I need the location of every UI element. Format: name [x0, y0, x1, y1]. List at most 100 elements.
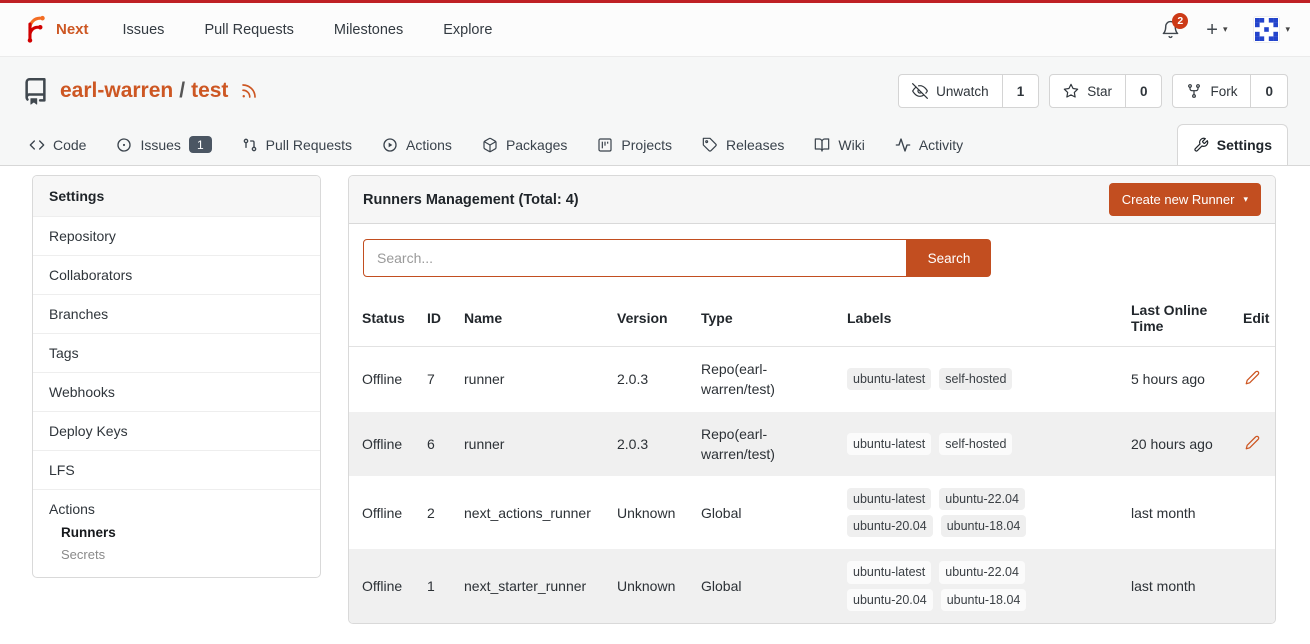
tab-issues[interactable]: Issues 1 [101, 124, 226, 165]
unwatch-button[interactable]: Unwatch 1 [898, 74, 1039, 108]
brand-name: Next [56, 21, 89, 38]
runner-version: Unknown [604, 549, 688, 622]
repo-name-link[interactable]: test [191, 79, 228, 103]
issue-icon [116, 137, 132, 153]
wrench-icon [1193, 137, 1209, 153]
tab-label: Activity [919, 137, 963, 153]
rss-icon[interactable] [240, 82, 258, 100]
runner-edit-cell [1230, 549, 1276, 622]
runner-label-chip: ubuntu-latest [847, 368, 931, 390]
runner-id: 1 [414, 549, 451, 622]
fork-label: Fork [1210, 84, 1237, 99]
sidebar-item-repository[interactable]: Repository [33, 216, 320, 255]
sidebar-item-actions[interactable]: Actions [49, 501, 304, 517]
tab-label: Wiki [838, 137, 864, 153]
nav-item-pull-requests[interactable]: Pull Requests [204, 22, 293, 38]
main-navbar: Next Issues Pull Requests Milestones Exp… [0, 3, 1310, 57]
chevron-down-icon: ▾ [1223, 24, 1228, 35]
runner-id: 6 [414, 412, 451, 477]
edit-runner-button[interactable] [1243, 368, 1262, 387]
unwatch-label: Unwatch [936, 84, 989, 99]
runner-label-chip: ubuntu-18.04 [941, 515, 1027, 537]
create-runner-button[interactable]: Create new Runner ▾ [1109, 183, 1261, 216]
create-new-menu[interactable]: + ▾ [1206, 20, 1227, 40]
runner-label-chip: ubuntu-20.04 [847, 589, 933, 611]
search-button[interactable]: Search [907, 239, 991, 277]
runner-type: Global [688, 476, 834, 549]
repo-owner-link[interactable]: earl-warren [60, 79, 173, 103]
runner-label-chip: self-hosted [939, 368, 1012, 390]
notifications-button[interactable]: 2 [1161, 20, 1180, 39]
fork-button[interactable]: Fork 0 [1172, 74, 1288, 108]
watch-count[interactable]: 1 [1002, 75, 1039, 107]
chevron-down-icon: ▾ [1285, 24, 1290, 35]
sidebar-subitem-secrets[interactable]: Secrets [61, 547, 304, 562]
settings-content: Settings Repository Collaborators Branch… [0, 166, 1310, 624]
runner-edit-cell [1230, 412, 1276, 477]
tab-releases[interactable]: Releases [687, 124, 799, 165]
star-button[interactable]: Star 0 [1049, 74, 1162, 108]
nav-item-milestones[interactable]: Milestones [334, 22, 403, 38]
nav-item-explore[interactable]: Explore [443, 22, 492, 38]
tab-packages[interactable]: Packages [467, 124, 582, 165]
tab-settings[interactable]: Settings [1177, 124, 1288, 165]
tab-label: Projects [621, 137, 672, 153]
runner-edit-cell [1230, 347, 1276, 412]
brand-home-link[interactable]: Next [20, 15, 89, 44]
pencil-icon [1245, 370, 1260, 385]
sidebar-item-deploy-keys[interactable]: Deploy Keys [33, 411, 320, 450]
runner-type: Global [688, 549, 834, 622]
table-header-row: Status ID Name Version Type Labels Last … [349, 290, 1276, 347]
tab-actions[interactable]: Actions [367, 124, 467, 165]
runner-label-chip: ubuntu-20.04 [847, 515, 933, 537]
tab-code[interactable]: Code [14, 124, 101, 165]
sidebar-item-tags[interactable]: Tags [33, 333, 320, 372]
runner-status: Offline [349, 347, 414, 412]
tab-label: Issues [140, 137, 180, 153]
sidebar-item-lfs[interactable]: LFS [33, 450, 320, 489]
star-label: Star [1087, 84, 1112, 99]
eye-off-icon [912, 83, 928, 99]
user-menu[interactable]: ▾ [1253, 16, 1290, 43]
runner-table-row: Offline7runner2.0.3Repo(earl-warren/test… [349, 347, 1276, 412]
tab-pull-requests[interactable]: Pull Requests [227, 124, 367, 165]
code-icon [29, 137, 45, 153]
nav-item-issues[interactable]: Issues [123, 22, 165, 38]
forgejo-logo-icon [20, 15, 49, 44]
runner-table-row: Offline6runner2.0.3Repo(earl-warren/test… [349, 412, 1276, 477]
sidebar-subitem-runners[interactable]: Runners [61, 525, 304, 540]
runners-table-body: Offline7runner2.0.3Repo(earl-warren/test… [349, 347, 1276, 623]
runner-name: runner [451, 347, 604, 412]
avatar-identicon [1253, 16, 1280, 43]
sidebar-item-webhooks[interactable]: Webhooks [33, 372, 320, 411]
col-last-online: Last Online Time [1118, 290, 1230, 347]
runner-labels-cell: ubuntu-latest self-hosted [834, 347, 1118, 412]
book-open-icon [814, 137, 830, 153]
runner-label-chip: self-hosted [939, 433, 1012, 455]
pencil-icon [1245, 435, 1260, 450]
star-count[interactable]: 0 [1125, 75, 1162, 107]
sidebar-item-collaborators[interactable]: Collaborators [33, 255, 320, 294]
col-name: Name [451, 290, 604, 347]
create-runner-label: Create new Runner [1122, 192, 1235, 207]
tab-projects[interactable]: Projects [582, 124, 687, 165]
plus-icon: + [1206, 20, 1218, 40]
tab-activity[interactable]: Activity [880, 124, 978, 165]
repo-title: earl-warren / test [60, 79, 258, 103]
search-input[interactable] [363, 239, 907, 277]
navbar-right: 2 + ▾ ▾ [1161, 16, 1290, 43]
tab-wiki[interactable]: Wiki [799, 124, 879, 165]
sidebar-item-branches[interactable]: Branches [33, 294, 320, 333]
runner-name: next_starter_runner [451, 549, 604, 622]
fork-count[interactable]: 0 [1250, 75, 1287, 107]
tag-icon [702, 137, 718, 153]
tab-label: Settings [1217, 137, 1272, 153]
package-icon [482, 137, 498, 153]
edit-runner-button[interactable] [1243, 433, 1262, 452]
repo-header: earl-warren / test Unwatch 1 Star [0, 57, 1310, 124]
col-id: ID [414, 290, 451, 347]
runner-last-online: last month [1118, 476, 1230, 549]
runner-label-chip: ubuntu-22.04 [939, 561, 1025, 583]
col-status: Status [349, 290, 414, 347]
tab-label: Releases [726, 137, 784, 153]
